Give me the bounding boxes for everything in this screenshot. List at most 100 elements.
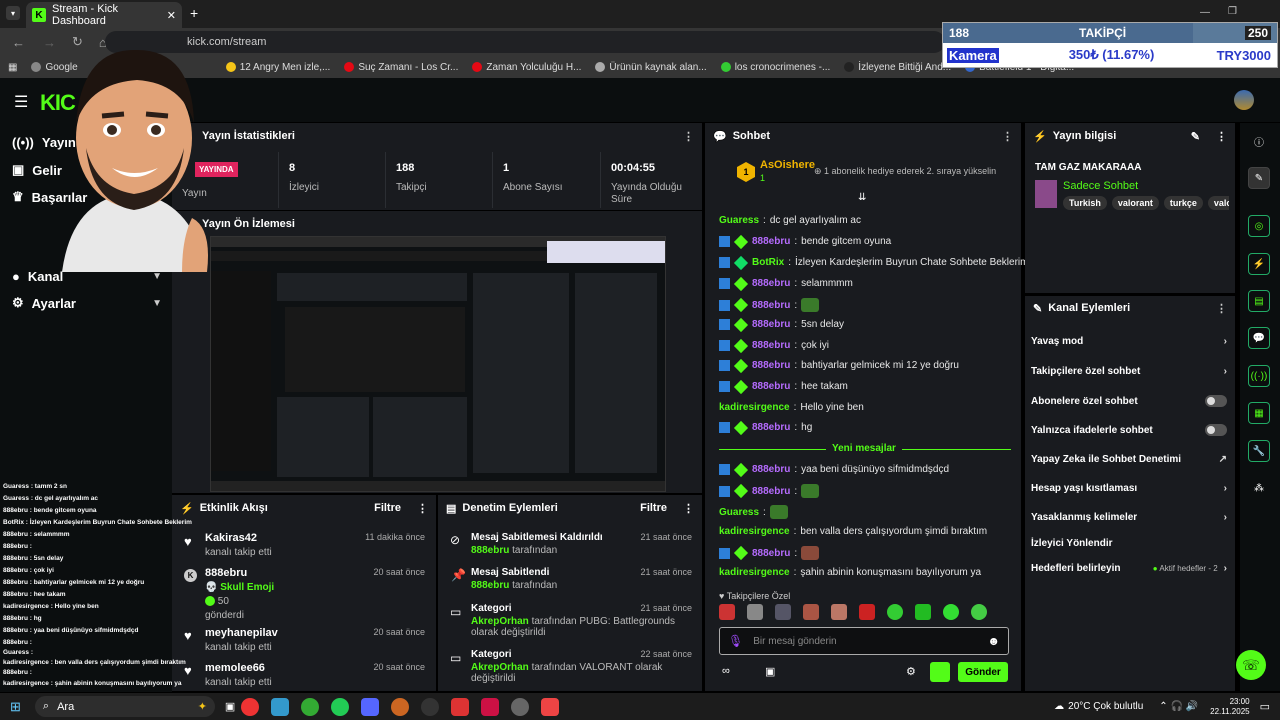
chevron-down-icon: ▼ bbox=[152, 297, 162, 309]
action-raid[interactable]: İzleyici Yönlendir bbox=[1031, 538, 1227, 549]
notification-icon[interactable]: ▭ bbox=[1260, 700, 1270, 713]
emote-icon[interactable] bbox=[915, 604, 931, 620]
url-field[interactable]: kick.com/stream bbox=[105, 31, 945, 53]
chat-input[interactable]: 🎙 Bir mesaj gönderin ☻ bbox=[719, 627, 1009, 655]
chat-message: 888ebru: bende gitcem oyuna bbox=[719, 234, 891, 249]
emote-icon[interactable] bbox=[971, 604, 987, 620]
stream-category[interactable]: Sadece Sohbet bbox=[1063, 180, 1138, 192]
emote-tab[interactable]: ♥ Takipçilere Özel bbox=[719, 591, 790, 601]
bookmark-item[interactable]: los cronocrimenes -... bbox=[720, 62, 830, 73]
info-icon[interactable]: ⓘ bbox=[1248, 130, 1270, 152]
bolt-icon[interactable]: ⚡ bbox=[1248, 253, 1270, 275]
discord-icon[interactable] bbox=[361, 697, 380, 716]
expand-icon[interactable]: ⇊ bbox=[858, 192, 866, 203]
bookmark-item[interactable]: Suç Zamanı - Los Cr... bbox=[344, 62, 458, 73]
app-icon[interactable] bbox=[271, 697, 290, 716]
gear-icon[interactable]: ⚙ bbox=[906, 665, 916, 678]
close-tab-icon[interactable]: ✕ bbox=[167, 9, 176, 22]
edit-icon[interactable]: ✎ bbox=[1191, 130, 1200, 143]
emote-row bbox=[719, 604, 1009, 622]
more-icon[interactable]: ⋮ bbox=[683, 502, 694, 515]
chrome-icon[interactable] bbox=[241, 697, 260, 716]
more-icon[interactable]: ⋮ bbox=[417, 502, 428, 515]
emote-icon[interactable] bbox=[775, 604, 791, 620]
activity-filter-button[interactable]: Filtre bbox=[374, 502, 401, 514]
tag[interactable]: turkçe bbox=[1163, 196, 1203, 210]
action-goals[interactable]: Hedefleri belirleyin ● Aktif hedefler - 2… bbox=[1031, 563, 1227, 574]
emote-icon[interactable] bbox=[831, 604, 847, 620]
whatsapp-icon[interactable] bbox=[331, 697, 350, 716]
more-icon[interactable]: ⋮ bbox=[683, 130, 694, 143]
bookmark-item[interactable]: Ürünün kaynak alan... bbox=[595, 62, 707, 73]
camera-icon[interactable]: ◎ bbox=[1248, 215, 1270, 237]
support-icon[interactable]: ☏ bbox=[1236, 650, 1266, 680]
nav-item-ayarlar[interactable]: ⚙ Ayarlar ▼ bbox=[12, 295, 162, 311]
app-icon[interactable] bbox=[451, 697, 470, 716]
bookmark-item[interactable]: 12 Angry Men izle,... bbox=[225, 62, 330, 73]
subs-only-toggle[interactable] bbox=[1205, 395, 1227, 407]
emote-icon[interactable] bbox=[943, 604, 959, 620]
action-banned-words[interactable]: Yasaklanmış kelimeler › bbox=[1031, 512, 1227, 523]
action-slow-mode[interactable]: Yavaş mod › bbox=[1031, 336, 1227, 347]
more-icon[interactable]: ⋮ bbox=[1002, 130, 1013, 143]
tag[interactable]: Turkish bbox=[1063, 196, 1107, 210]
weather-text[interactable]: 20°C Çok bulutlu bbox=[1068, 701, 1143, 712]
new-tab-icon[interactable]: + bbox=[190, 5, 198, 21]
edit-icon[interactable]: ✎ bbox=[1248, 167, 1270, 189]
emotes-only-toggle[interactable] bbox=[1205, 424, 1227, 436]
browser-tab[interactable]: K Stream - Kick Dashboard ✕ bbox=[26, 2, 182, 28]
stack-icon[interactable]: ▦ bbox=[1248, 402, 1270, 424]
emote-icon[interactable] bbox=[803, 604, 819, 620]
taskbar-search[interactable]: ⌕ Ara ✦ bbox=[34, 696, 215, 717]
bot-icon[interactable] bbox=[930, 662, 950, 682]
tab-list-icon[interactable]: ▾ bbox=[6, 6, 20, 20]
obs-icon[interactable] bbox=[421, 697, 440, 716]
emoji-icon[interactable]: ☻ bbox=[987, 634, 1000, 648]
valorant-icon[interactable] bbox=[481, 697, 500, 716]
xbox-icon[interactable] bbox=[301, 697, 320, 716]
clock[interactable]: 23:00 22.11.2025 bbox=[1210, 697, 1249, 717]
tag[interactable]: valora bbox=[1207, 196, 1229, 210]
action-followers-only[interactable]: Takipçilere özel sohbet › bbox=[1031, 366, 1227, 377]
tag[interactable]: valorant bbox=[1111, 196, 1159, 210]
app-icon[interactable] bbox=[541, 697, 560, 716]
bookmark-item[interactable]: Zaman Yolculuğu H... bbox=[472, 62, 581, 73]
maximize-icon[interactable]: ❐ bbox=[1228, 6, 1237, 17]
bookmark-item[interactable]: İzleyene Bittiği And... bbox=[844, 62, 951, 73]
minimize-icon[interactable]: — bbox=[1200, 7, 1210, 18]
kicks-icon[interactable]: ∞ bbox=[722, 665, 730, 677]
chat-icon[interactable]: 💬 bbox=[1248, 327, 1270, 349]
menu-icon[interactable]: ☰ bbox=[14, 92, 28, 112]
leaderboard-user[interactable]: AsOishere bbox=[760, 159, 815, 171]
apps-icon[interactable]: ▦ bbox=[8, 62, 17, 73]
moderation-item: Kategori AkrepOrhan tarafından VALORANT o… bbox=[471, 649, 692, 684]
emote-icon[interactable] bbox=[859, 604, 875, 620]
more-icon[interactable]: ⋮ bbox=[1216, 130, 1227, 143]
action-account-age[interactable]: Hesap yaşı kısıtlaması › bbox=[1031, 483, 1227, 494]
back-icon[interactable]: ← bbox=[12, 35, 25, 50]
broadcast-icon[interactable]: ((·)) bbox=[1248, 365, 1270, 387]
microphone-icon[interactable]: 🎙 bbox=[728, 634, 743, 648]
category-icon: ▭ bbox=[450, 651, 462, 665]
moderation-filter-button[interactable]: Filtre bbox=[640, 502, 667, 514]
broadcast-icon: ((•)) bbox=[12, 135, 34, 150]
gift-icon[interactable]: ▣ bbox=[765, 665, 775, 678]
task-view-icon[interactable]: ▣ bbox=[225, 700, 235, 713]
action-ai-moderation[interactable]: Yapay Zeka ile Sohbet Denetimi ↗ bbox=[1031, 454, 1227, 465]
emote-icon[interactable] bbox=[887, 604, 903, 620]
apps-icon[interactable]: ⁂ bbox=[1248, 477, 1270, 499]
emote-icon[interactable] bbox=[719, 604, 735, 620]
more-icon[interactable]: ⋮ bbox=[1216, 302, 1227, 315]
avatar[interactable] bbox=[1234, 90, 1254, 110]
gear-icon: ⚙ bbox=[12, 295, 24, 310]
windows-start-icon[interactable]: ⊞ bbox=[10, 699, 21, 715]
app-icon[interactable] bbox=[391, 697, 410, 716]
wrench-icon[interactable]: 🔧 bbox=[1248, 440, 1270, 462]
send-button[interactable]: Gönder bbox=[958, 662, 1008, 682]
tray-icons[interactable]: ⌃ 🎧 🔊 bbox=[1159, 701, 1198, 712]
stream-preview-video[interactable] bbox=[210, 236, 666, 492]
app-icon[interactable] bbox=[511, 697, 530, 716]
emote-icon[interactable] bbox=[747, 604, 763, 620]
list-icon[interactable]: ▤ bbox=[1248, 290, 1270, 312]
overlay-chat-line: Guaress : tamm 2 sn bbox=[3, 483, 67, 490]
